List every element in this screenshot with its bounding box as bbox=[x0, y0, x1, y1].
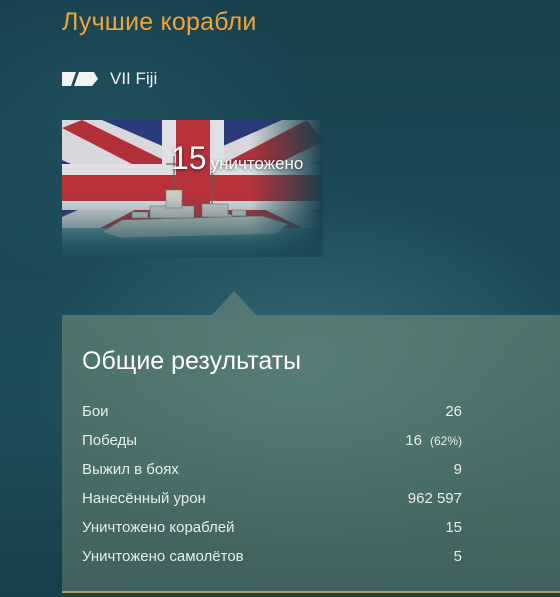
stat-label: Бои bbox=[82, 403, 109, 420]
stat-label: Выжил в боях bbox=[82, 461, 179, 478]
stat-value: 26 bbox=[445, 403, 462, 420]
page-title: Лучшие корабли bbox=[62, 8, 257, 36]
cruiser-class-icon bbox=[62, 72, 98, 86]
stat-label: Победы bbox=[82, 432, 138, 449]
panel-accent-line bbox=[62, 591, 560, 593]
stat-label: Уничтожено самолётов bbox=[82, 548, 244, 565]
panel-title: Общие результаты bbox=[82, 347, 302, 375]
stat-row-ships-destroyed: Уничтожено кораблей 15 bbox=[82, 519, 462, 548]
stat-row-battles: Бои 26 bbox=[82, 403, 462, 432]
stat-value: 15 bbox=[445, 519, 462, 536]
stat-value: 16 (62%) bbox=[405, 432, 462, 449]
kills-label: уничтожено bbox=[210, 154, 304, 173]
ship-name: VII Fiji bbox=[110, 69, 158, 88]
panel-pointer bbox=[212, 291, 256, 315]
kills-count: 15 bbox=[171, 140, 207, 176]
stat-row-planes-destroyed: Уничтожено самолётов 5 bbox=[82, 548, 462, 577]
kills-summary: 15 уничтожено bbox=[171, 140, 303, 177]
win-rate-percent: (62%) bbox=[429, 434, 462, 448]
stat-value: 5 bbox=[453, 548, 462, 565]
stat-row-survived: Выжил в боях 9 bbox=[82, 461, 462, 490]
ship-heading: VII Fiji bbox=[62, 68, 157, 90]
stats-list: Бои 26 Победы 16 (62%) Выжил в боях 9 Нан… bbox=[82, 403, 462, 577]
stat-row-damage: Нанесённый урон 962 597 bbox=[82, 490, 462, 519]
overall-results-panel: Общие результаты Бои 26 Победы 16 (62%) В… bbox=[62, 315, 560, 591]
stat-value: 962 597 bbox=[407, 490, 462, 507]
stat-label: Уничтожено кораблей bbox=[82, 519, 235, 536]
stat-label: Нанесённый урон bbox=[82, 490, 206, 507]
stat-value: 9 bbox=[453, 461, 462, 478]
stat-row-wins: Победы 16 (62%) bbox=[82, 432, 462, 461]
